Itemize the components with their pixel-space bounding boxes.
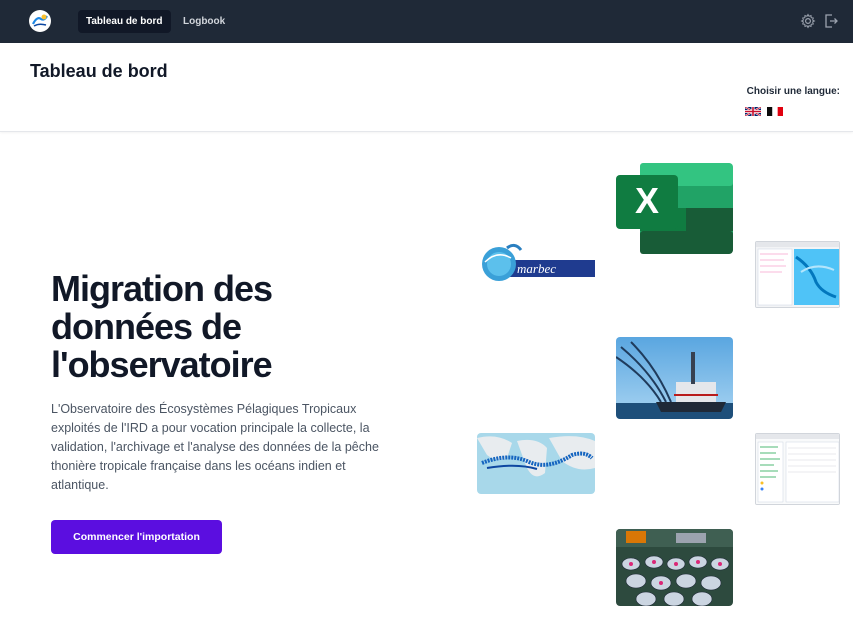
- marbec-logo-image: marbec: [477, 240, 595, 284]
- app-logo[interactable]: [29, 10, 51, 32]
- excel-icon: X: [616, 163, 733, 254]
- tuna-catch-photo: [616, 529, 733, 606]
- logout-icon[interactable]: [823, 13, 839, 29]
- language-label: Choisir une langue:: [746, 86, 840, 97]
- marbec-logo-text: marbec: [517, 261, 556, 276]
- english-flag-icon[interactable]: [744, 103, 762, 117]
- excel-letter: X: [635, 180, 659, 221]
- french-flag-icon[interactable]: [767, 103, 783, 116]
- gear-icon[interactable]: [800, 13, 816, 29]
- data-table-screenshot-image: [755, 433, 840, 505]
- page-title: Tableau de bord: [30, 61, 168, 81]
- fishing-vessel-photo: [616, 337, 733, 419]
- nav-item-logbook[interactable]: Logbook: [175, 10, 233, 33]
- ocean-map-image: [477, 433, 595, 494]
- start-import-button[interactable]: Commencer l'importation: [51, 520, 222, 554]
- nav-item-dashboard[interactable]: Tableau de bord: [78, 10, 171, 33]
- page-header: Tableau de bord Choisir une langue:: [0, 43, 853, 132]
- software-screenshot-image: [755, 241, 840, 308]
- top-navigation: Tableau de bord Logbook: [0, 0, 853, 43]
- hero-title: Migration des données de l'observatoire: [51, 268, 273, 385]
- hero-description: L'Observatoire des Écosystèmes Pélagique…: [51, 402, 379, 492]
